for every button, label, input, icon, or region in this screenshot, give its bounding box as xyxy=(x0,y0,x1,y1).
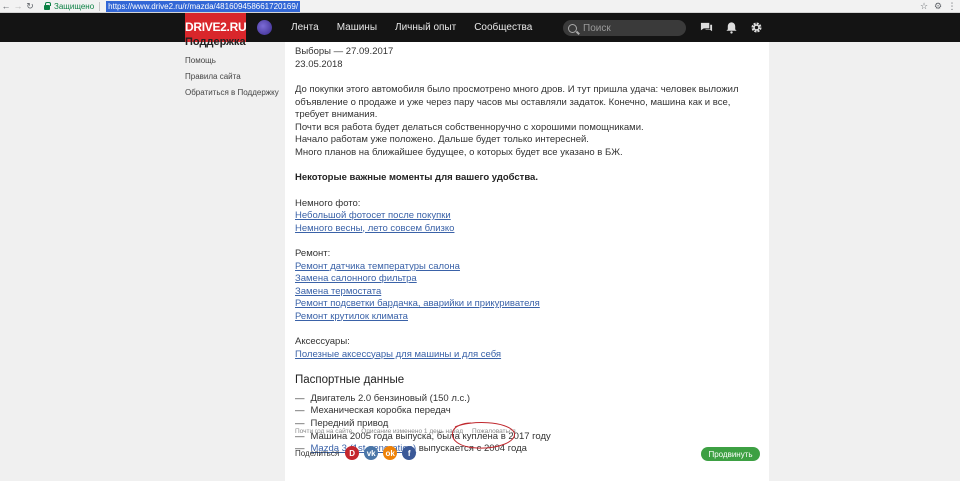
annotation-circle xyxy=(451,422,515,449)
nav-cars[interactable]: Машины xyxy=(337,22,377,33)
edited-time: Описание изменено 1 день назад xyxy=(361,428,464,435)
ok-share-icon[interactable]: ok xyxy=(383,446,398,460)
passport-title: Паспортные данные xyxy=(295,374,405,386)
facebook-share-icon[interactable]: f xyxy=(402,446,417,460)
search-box[interactable] xyxy=(563,20,686,36)
lock-icon xyxy=(44,1,51,10)
repair-link[interactable]: Замена салонного фильтра xyxy=(295,273,417,284)
notifications-bell-icon[interactable] xyxy=(725,21,738,34)
user-badge-icon[interactable] xyxy=(257,20,272,35)
drive2-share-icon[interactable]: D xyxy=(345,446,360,460)
repair-link[interactable]: Ремонт подсветки бардачка, аварийки и пр… xyxy=(295,298,540,309)
share-label: Поделиться xyxy=(295,448,340,458)
nav-communities[interactable]: Сообщества xyxy=(474,22,532,33)
support-sidebar: Поддержка Помощь Правила сайта Обратитьс… xyxy=(185,36,280,104)
description-line: Почти вся работа будет делаться собствен… xyxy=(295,121,644,133)
repair-link[interactable]: Ремонт крутилок климата xyxy=(295,311,408,322)
repair-label: Ремонт: xyxy=(295,248,331,259)
date-bought: 23.05.2018 xyxy=(295,58,343,70)
sidebar-link-rules[interactable]: Правила сайта xyxy=(185,72,280,81)
nav-experience[interactable]: Личный опыт xyxy=(395,22,456,33)
settings-gear-icon[interactable] xyxy=(750,21,763,34)
important-heading: Некоторые важные моменты для вашего удоб… xyxy=(295,172,538,183)
menu-icon[interactable]: ⋮ xyxy=(947,1,957,12)
sidebar-link-contact-support[interactable]: Обратиться в Поддержку xyxy=(185,88,280,97)
repair-link[interactable]: Замена термостата xyxy=(295,286,381,297)
messages-icon[interactable] xyxy=(700,21,713,34)
main-nav: Лента Машины Личный опыт Сообщества xyxy=(291,13,532,42)
browser-toolbar: ← → ↻ Защищено https://www.drive2.ru/r/m… xyxy=(0,0,960,13)
list-item: — Двигатель 2.0 бензиновый (150 л.с.) xyxy=(295,392,471,404)
search-icon xyxy=(568,23,577,33)
on-site-duration: Почти год на сайте xyxy=(295,428,353,435)
accessories-label: Аксессуары: xyxy=(295,336,350,347)
star-icon[interactable]: ☆ xyxy=(919,1,929,12)
address-bar[interactable]: https://www.drive2.ru/r/mazda/4816094586… xyxy=(106,0,301,12)
extension-icon[interactable]: ⚙ xyxy=(933,1,943,12)
photo-link[interactable]: Небольшой фотосет после покупки xyxy=(295,210,451,221)
back-icon[interactable]: ← xyxy=(0,0,12,13)
vk-share-icon[interactable]: vk xyxy=(364,446,379,460)
promote-button[interactable]: Продвинуть xyxy=(701,447,760,461)
reload-icon[interactable]: ↻ xyxy=(24,0,36,13)
description-line: Много планов на ближайшее будущее, о кот… xyxy=(295,146,623,158)
date-chosen: Выборы — 27.09.2017 xyxy=(295,46,394,57)
photo-label: Немного фото: xyxy=(295,197,361,209)
secure-label: Защищено xyxy=(54,1,95,11)
accessories-link[interactable]: Полезные аксессуары для машины и для себ… xyxy=(295,349,501,360)
nav-feed[interactable]: Лента xyxy=(291,22,319,33)
photo-link[interactable]: Немного весны, лето совсем близко xyxy=(295,223,454,234)
car-description: Выборы — 27.09.2017 23.05.2018 До покупк… xyxy=(295,42,760,456)
description-line: Начало работам уже положено. Дальше буде… xyxy=(295,134,589,145)
repair-link[interactable]: Ремонт датчика температуры салона xyxy=(295,261,460,272)
share-bar: Поделиться D vk ok f xyxy=(295,446,421,460)
search-input[interactable] xyxy=(583,22,678,34)
sidebar-title: Поддержка xyxy=(185,36,246,48)
sidebar-link-help[interactable]: Помощь xyxy=(185,56,280,65)
forward-icon[interactable]: → xyxy=(12,0,24,13)
list-item: — Механическая коробка передач xyxy=(295,405,451,417)
intro-paragraph: До покупки этого автомобиля было просмот… xyxy=(295,84,739,120)
